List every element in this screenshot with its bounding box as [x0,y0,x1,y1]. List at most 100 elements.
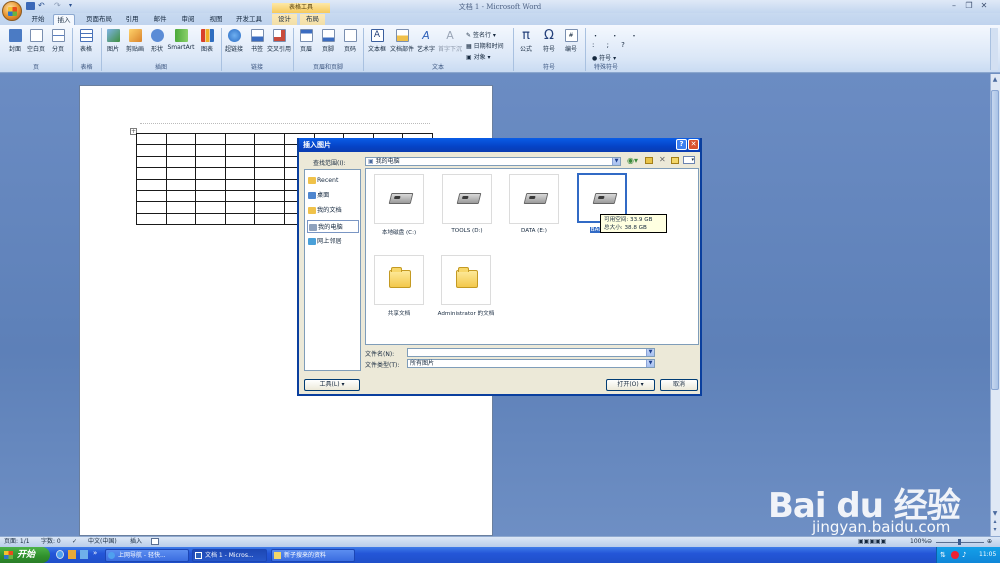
chevron-down-icon[interactable]: ▼ [646,349,654,356]
folder-icon [308,207,316,214]
taskbar-item[interactable]: 上网导航 - 轻快... [105,549,189,562]
start-button[interactable]: 开始 [0,547,50,563]
drop-cap-icon: A [446,29,454,42]
file-item[interactable]: DATA (E:) [501,174,567,234]
tab-references[interactable]: 引用 [121,14,143,25]
status-page[interactable]: 页面: 1/1 [4,537,30,547]
minimize-icon[interactable]: – [948,1,960,11]
place-my-computer[interactable]: 我的电脑 [307,220,359,233]
help-icon[interactable]: ? [676,139,687,150]
shapes-button[interactable]: 形状 [148,29,166,53]
special-symbols-grid[interactable]: ・ ・ ・: ; ? [592,31,642,49]
page-number-button[interactable]: 页码 [341,29,359,53]
view-buttons[interactable]: ▣▣▣▣▣ [858,537,886,547]
macro-icon[interactable] [151,538,159,545]
chevron-down-icon[interactable]: ▼ [612,158,620,165]
place-recent[interactable]: Recent [307,174,359,187]
zoom-slider-thumb[interactable] [958,539,961,545]
clock[interactable]: 11:05 [979,551,996,558]
show-desktop-icon[interactable] [68,550,76,559]
zoom-out-icon[interactable]: ⊖ [927,537,932,547]
special-symbol-dropdown[interactable]: ● 符号 ▾ [592,53,616,62]
close-dialog-icon[interactable]: ✕ [688,139,699,150]
volume-tray-icon[interactable]: ♪ [962,551,970,559]
drop-cap-button[interactable]: A 首字下沉 [438,29,462,53]
wordart-button[interactable]: A 艺术字 [417,29,435,53]
scroll-up-icon[interactable]: ▲ [991,76,999,84]
page-break-button[interactable]: 分页 [49,29,67,53]
filename-field[interactable]: ▼ [407,348,655,357]
network-tray-icon[interactable]: ⇅ [940,551,948,559]
antivirus-tray-icon[interactable] [951,551,959,559]
ribbon-scroll[interactable] [990,28,998,70]
chart-button[interactable]: 图表 [198,29,216,53]
file-item[interactable]: TOOLS (D:) [434,174,500,234]
views-icon[interactable]: ▾ [683,156,695,164]
tab-view[interactable]: 视图 [205,14,227,25]
smartart-button[interactable]: SmartArt [167,29,195,51]
status-words[interactable]: 字数: 0 [41,537,61,547]
tab-review[interactable]: 审阅 [177,14,199,25]
customize-qat-icon[interactable]: ▾ [69,2,78,10]
tab-page-layout[interactable]: 页面布局 [84,14,114,25]
undo-icon[interactable]: ↶ [38,2,47,10]
table-button[interactable]: 表格 [77,29,95,53]
file-list: 本地磁盘 (C:) TOOLS (D:) DATA (E:) BACKUP 共享… [365,168,699,345]
zoom-level[interactable]: 100% [910,537,927,547]
file-item[interactable]: 共享文档 [366,255,432,317]
date-time-button[interactable]: ▦ 日期和时间 [466,41,504,50]
zoom-in-icon[interactable]: ⊕ [987,537,992,547]
restore-icon[interactable]: ❐ [963,1,975,11]
up-folder-icon[interactable] [645,157,653,164]
office-logo-icon [8,7,17,16]
scroll-thumb[interactable] [991,90,999,390]
file-item[interactable]: 本地磁盘 (C:) [366,174,432,236]
object-button[interactable]: ▣ 对象 ▾ [466,52,491,61]
file-label: DATA (E:) [521,228,547,234]
tab-home[interactable]: 开始 [27,14,49,25]
place-network[interactable]: 网上邻居 [307,235,359,248]
numbering-button[interactable]: # 编号 [562,29,580,53]
new-folder-icon[interactable] [671,157,679,164]
group-label-illustrations: 插图 [154,64,167,71]
status-language[interactable]: 中文(中国) [88,537,117,547]
prev-page-icon[interactable]: ▴ [991,518,999,526]
file-label: 共享文档 [387,311,411,317]
open-button[interactable]: 打开(O) ▾ [606,379,655,391]
cancel-button[interactable]: 取消 [660,379,698,391]
equation-button[interactable]: π 公式 [517,29,535,53]
spelling-check-icon[interactable]: ✓ [72,537,77,547]
omega-icon: Ω [544,28,554,43]
quicklaunch-more-icon[interactable]: » [93,549,99,561]
taskbar-item-active[interactable]: 文档 1 - Micros... [192,549,267,562]
tab-layout[interactable]: 布局 [300,14,325,25]
redo-icon[interactable]: ↷ [54,2,63,10]
media-icon[interactable] [80,550,88,559]
text-box-button[interactable]: A 文本框 [368,29,386,53]
filetype-select[interactable]: 所有图片 ▼ [407,359,655,368]
tab-mailings[interactable]: 邮件 [149,14,171,25]
next-page-icon[interactable]: ▾ [991,526,999,534]
save-icon[interactable] [26,2,35,10]
signature-line-button[interactable]: ✎ 签名行 ▾ [466,30,496,39]
taskbar-item[interactable]: 新子搜来的资料 [271,549,355,562]
delete-icon[interactable]: ✕ [659,155,666,164]
chevron-down-icon[interactable]: ▼ [646,360,654,367]
tab-insert[interactable]: 插入 [53,14,75,25]
scroll-down-icon[interactable]: ▼ [991,510,999,518]
tab-developer[interactable]: 开发工具 [234,14,264,25]
hyperlink-button[interactable]: 超链接 [225,29,243,53]
lookin-combo[interactable]: ▣ 我的电脑 ▼ [365,157,621,166]
file-item[interactable]: Administrator 的文档 [433,255,499,317]
close-icon[interactable]: ✕ [978,1,990,11]
place-desktop[interactable]: 桌面 [307,189,359,202]
ie-icon[interactable] [56,550,64,559]
place-my-documents[interactable]: 我的文档 [307,204,359,217]
office-button[interactable] [2,1,22,21]
back-icon[interactable]: ◉▾ [627,156,638,165]
tab-design[interactable]: 设计 [272,14,297,25]
cross-reference-button[interactable]: 交叉引用 [267,29,291,53]
tools-button[interactable]: 工具(L) ▾ [304,379,360,391]
status-mode[interactable]: 插入 [130,537,142,547]
quick-parts-button[interactable]: 文档部件 [390,29,414,53]
